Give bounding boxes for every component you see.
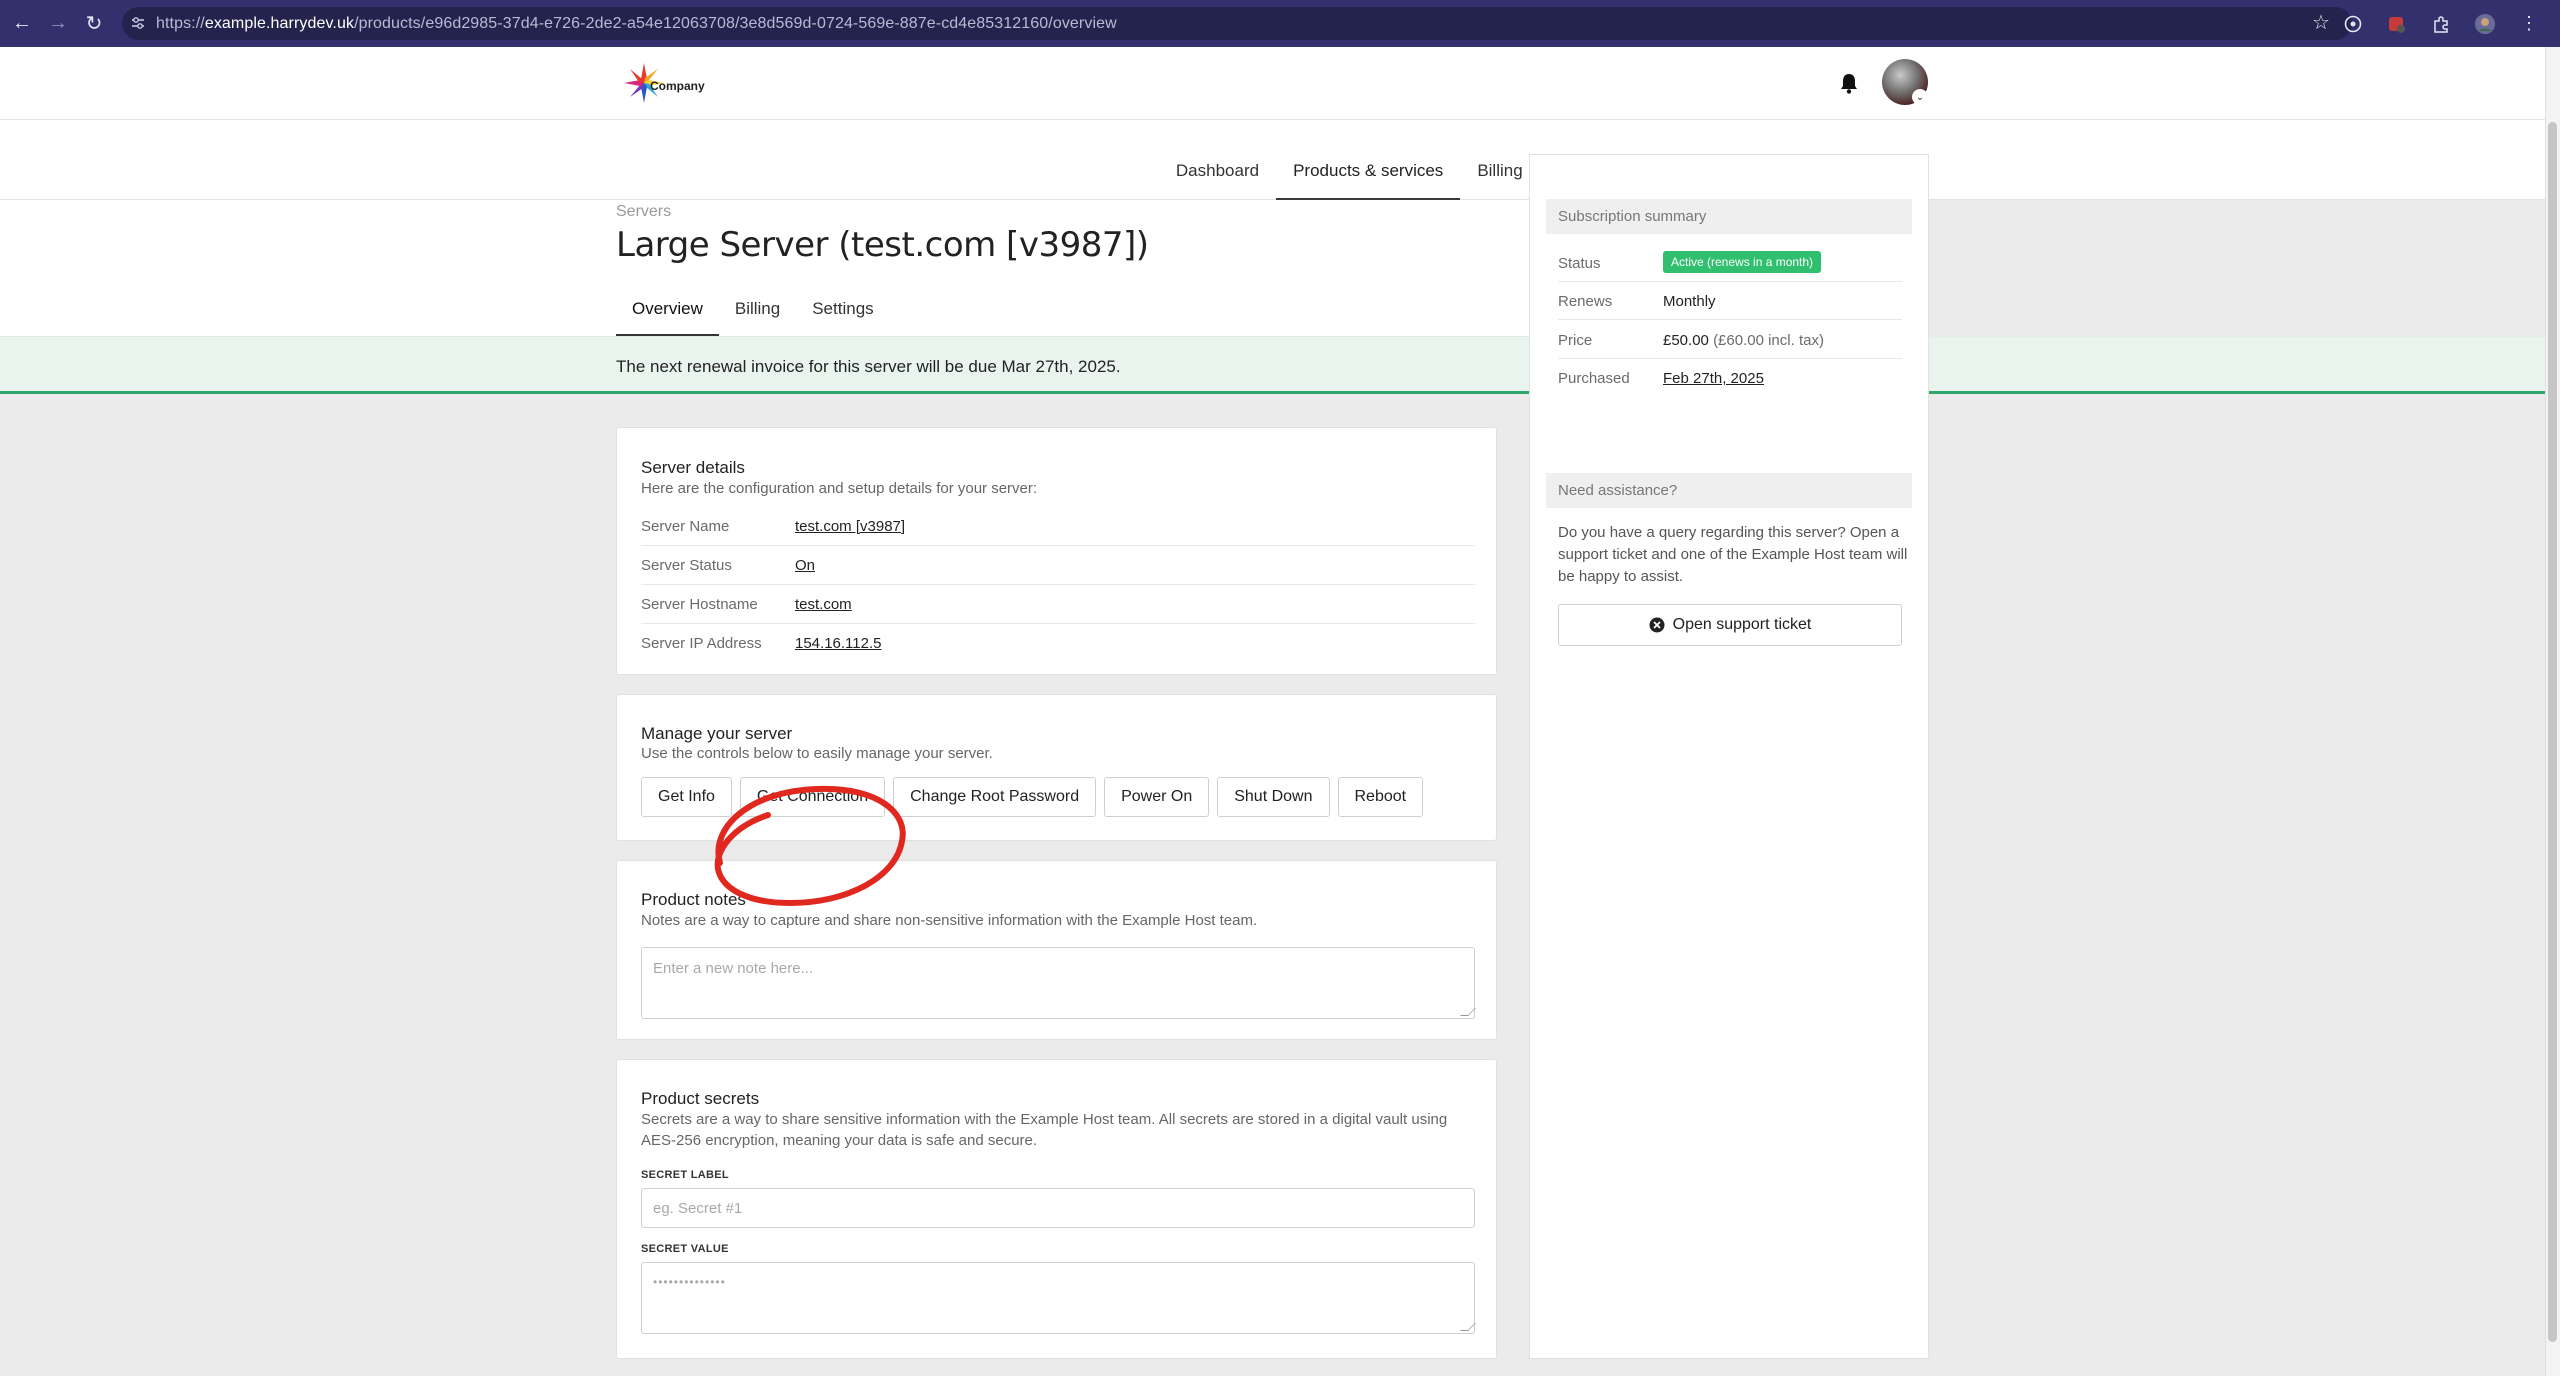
assistance-text: Do you have a query regarding this serve… — [1558, 524, 1908, 585]
browser-menu-icon[interactable]: ⋮ — [2516, 11, 2542, 37]
note-textarea[interactable]: Enter a new note here... — [641, 947, 1476, 1019]
url-path: /products/e96d2985-37d4-e726-2de2-a54e12… — [354, 14, 1117, 32]
price-value: £50.00 (£60.00 incl. tax) — [1663, 332, 1824, 349]
renews-value: Monthly — [1663, 293, 1716, 310]
browser-extensions: ⋮ — [2340, 0, 2542, 47]
server-details-title: Server details — [641, 458, 745, 477]
url-host: example.harrydev.uk — [204, 14, 355, 32]
resize-handle-icon[interactable] — [1460, 1323, 1476, 1331]
shut-down-button[interactable]: Shut Down — [1217, 777, 1330, 817]
nav-billing[interactable]: Billing — [1460, 120, 1539, 200]
product-secrets-subtitle: Secrets are a way to share sensitive inf… — [641, 1111, 1448, 1149]
server-details-subtitle: Here are the configuration and setup det… — [641, 480, 1038, 497]
resize-handle-icon[interactable] — [1460, 1008, 1476, 1016]
back-icon[interactable]: ← — [4, 6, 40, 42]
logo-text: Company — [650, 79, 705, 93]
extension-icon-red[interactable] — [2384, 11, 2410, 37]
page-title: Large Server (test.com [v3987]) — [616, 225, 1149, 265]
profile-icon[interactable] — [2472, 11, 2498, 37]
renewal-notice: The next renewal invoice for this server… — [0, 337, 2545, 394]
manage-server-title: Manage your server — [641, 724, 793, 743]
page-tabs: Overview Billing Settings — [616, 291, 890, 337]
forward-icon[interactable]: → — [40, 6, 76, 42]
product-secrets-title: Product secrets — [641, 1089, 760, 1108]
subscription-sidebar: Subscription summary Status Active (rene… — [1529, 154, 1929, 1359]
detail-row-server-status: Server Status On — [641, 546, 1475, 585]
detail-row-server-ip: Server IP Address 154.16.112.5 — [641, 624, 1475, 663]
summary-row-price: Price £50.00 (£60.00 incl. tax) — [1558, 321, 1902, 359]
subscription-summary-heading: Subscription summary — [1546, 199, 1912, 234]
red-annotation-circle — [714, 785, 906, 907]
bookmark-star-icon[interactable]: ☆ — [2312, 10, 2330, 35]
page-scrollbar[interactable] — [2545, 47, 2560, 1376]
address-bar[interactable]: https://example.harrydev.uk/products/e96… — [122, 7, 2352, 40]
summary-row-status: Status Active (renews in a month) — [1558, 244, 1902, 282]
manage-server-subtitle: Use the controls below to easily manage … — [641, 745, 993, 762]
password-manager-icon[interactable] — [2340, 11, 2366, 37]
open-support-ticket-button[interactable]: Open support ticket — [1558, 604, 1902, 646]
detail-label: Server Status — [641, 557, 732, 574]
renewal-notice-text: The next renewal invoice for this server… — [616, 357, 1121, 376]
url-prefix: https:// — [156, 14, 205, 32]
power-on-button[interactable]: Power On — [1104, 777, 1210, 817]
summary-row-renews: Renews Monthly — [1558, 282, 1902, 320]
detail-row-server-hostname: Server Hostname test.com — [641, 585, 1475, 624]
server-status-link[interactable]: On — [795, 557, 815, 574]
tab-billing[interactable]: Billing — [719, 291, 796, 337]
extensions-puzzle-icon[interactable] — [2428, 11, 2454, 37]
product-secrets-card: Product secrets Secrets are a way to sha… — [616, 1059, 1497, 1359]
breadcrumb[interactable]: Servers — [616, 203, 671, 221]
detail-label: Server Hostname — [641, 596, 758, 613]
secret-value-heading: SECRET VALUE — [641, 1243, 729, 1255]
secret-value-textarea[interactable]: •••••••••••••• — [641, 1262, 1476, 1334]
secret-value-placeholder: •••••••••••••• — [653, 1275, 726, 1289]
secret-label-placeholder: eg. Secret #1 — [653, 1200, 743, 1217]
top-bar: Company ⌄ — [0, 47, 2545, 120]
server-details-card: Server details Here are the configuratio… — [616, 427, 1497, 675]
main-navigation: Dashboard Products & services Billing My… — [0, 120, 2545, 200]
server-hostname-link[interactable]: test.com — [795, 596, 852, 613]
product-notes-subtitle: Notes are a way to capture and share non… — [641, 912, 1258, 929]
price-incl-tax: (£60.00 incl. tax) — [1713, 332, 1824, 349]
tab-overview[interactable]: Overview — [616, 291, 719, 337]
note-placeholder: Enter a new note here... — [653, 960, 814, 977]
detail-label: Server Name — [641, 518, 730, 535]
nav-products-services[interactable]: Products & services — [1276, 120, 1461, 200]
need-assistance-heading: Need assistance? — [1546, 473, 1912, 508]
open-support-ticket-label: Open support ticket — [1672, 616, 1812, 633]
reload-icon[interactable]: ↻ — [76, 6, 112, 42]
page: Company ⌄ Dashboard Products & services … — [0, 47, 2545, 1376]
detail-label: Server IP Address — [641, 635, 762, 652]
summary-label: Purchased — [1558, 370, 1630, 387]
chevron-down-icon[interactable]: ⌄ — [1912, 89, 1928, 105]
purchased-date-link[interactable]: Feb 27th, 2025 — [1663, 370, 1764, 387]
summary-label: Status — [1558, 255, 1601, 272]
change-root-password-button[interactable]: Change Root Password — [893, 777, 1097, 817]
server-name-link[interactable]: test.com [v3987] — [795, 518, 905, 535]
nav-dashboard[interactable]: Dashboard — [1159, 120, 1276, 200]
close-circle-icon — [1649, 617, 1665, 633]
secret-label-heading: SECRET LABEL — [641, 1169, 729, 1181]
summary-label: Renews — [1558, 293, 1613, 310]
summary-row-purchased: Purchased Feb 27th, 2025 — [1558, 359, 1902, 397]
tab-settings[interactable]: Settings — [796, 291, 889, 337]
secret-label-input[interactable]: eg. Secret #1 — [641, 1188, 1475, 1228]
detail-row-server-name: Server Name test.com [v3987] — [641, 507, 1475, 546]
status-badge: Active (renews in a month) — [1663, 251, 1822, 273]
price-amount: £50.00 — [1663, 332, 1709, 349]
summary-label: Price — [1558, 332, 1593, 349]
reboot-button[interactable]: Reboot — [1337, 777, 1424, 817]
site-settings-icon[interactable] — [130, 15, 146, 31]
notifications-bell-icon[interactable] — [1838, 71, 1860, 95]
server-ip-link[interactable]: 154.16.112.5 — [795, 635, 881, 652]
scrollbar-thumb[interactable] — [2548, 122, 2557, 1342]
